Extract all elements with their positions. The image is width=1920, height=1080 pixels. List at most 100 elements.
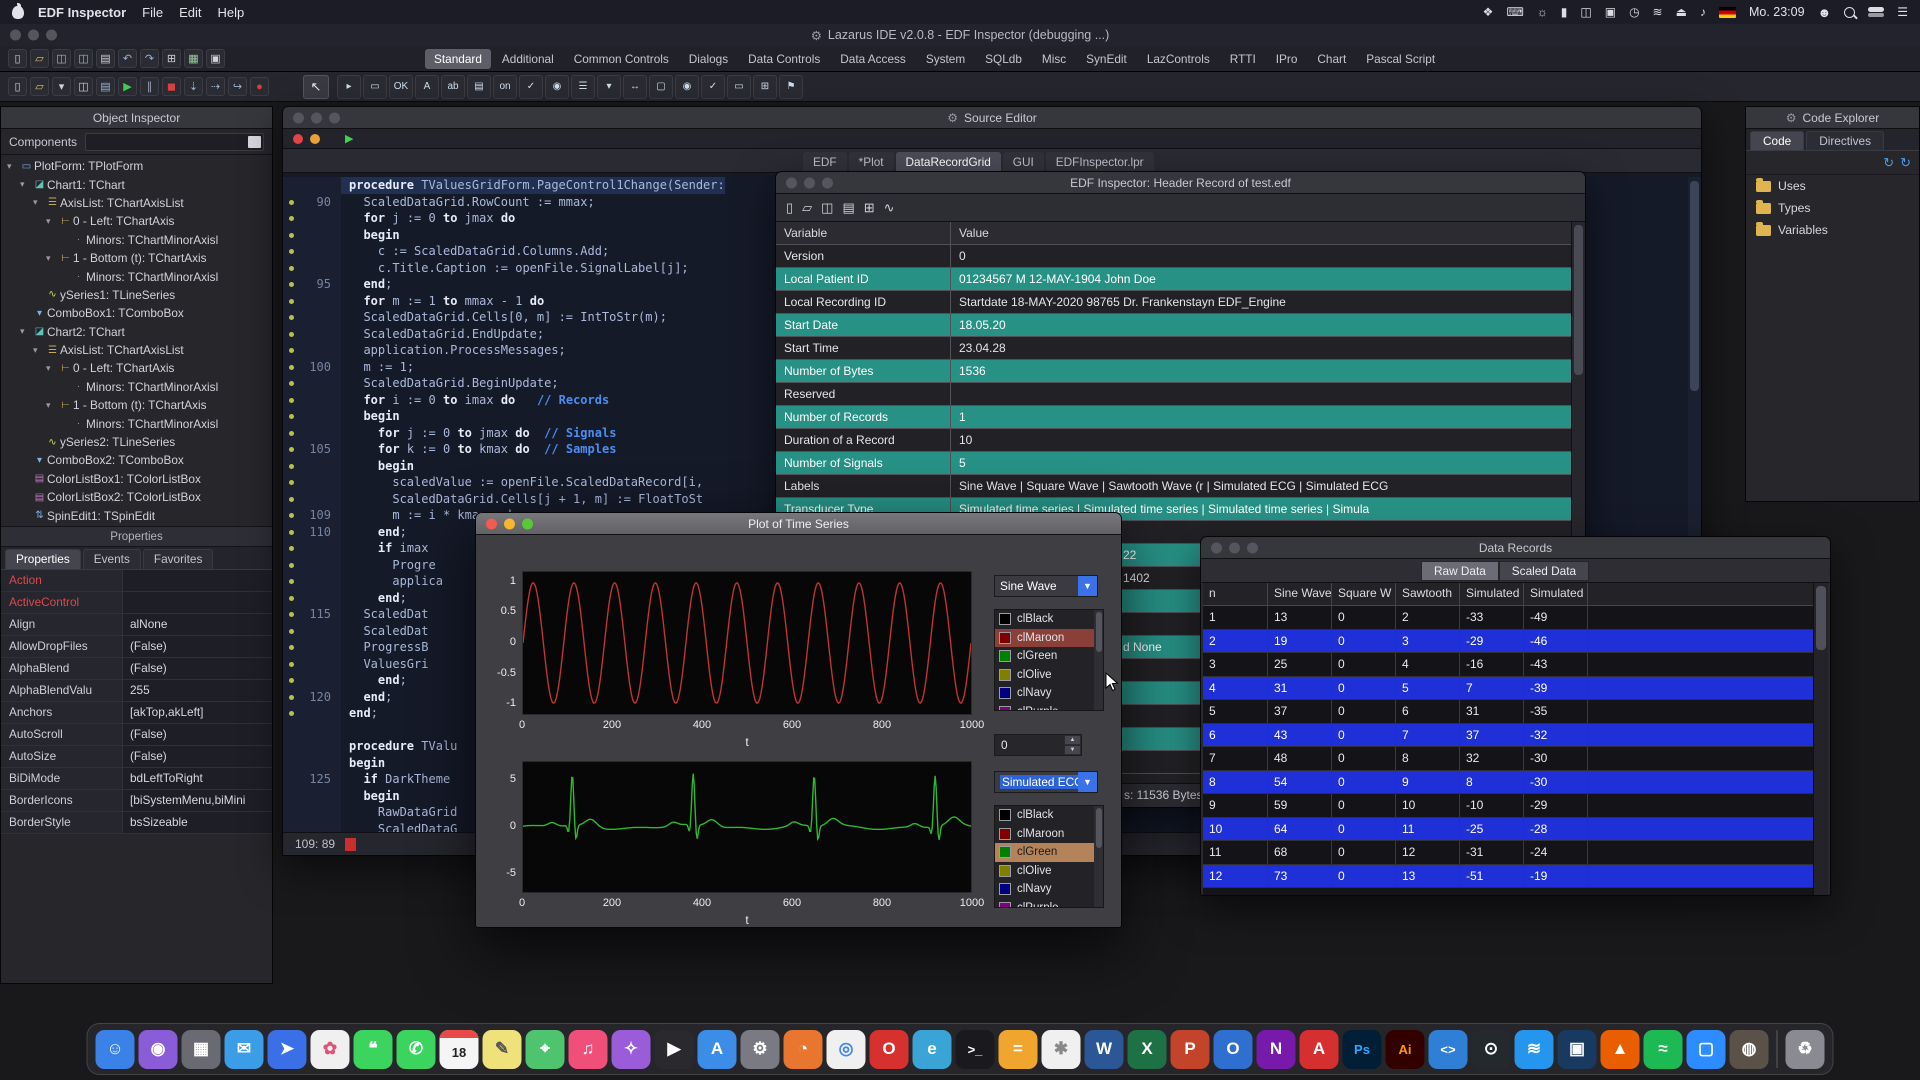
oi-tree-item[interactable]: ▾ ⊢ 1 - Bottom (t): TChartAxis [1, 249, 272, 267]
source-editor-window-controls[interactable] [293, 112, 340, 123]
property-row[interactable]: Anchors [akTop,akLeft] [1, 702, 272, 724]
expand-arrow-icon[interactable]: ▾ [46, 363, 58, 374]
color-item-clpurple[interactable]: clPurple [995, 703, 1103, 710]
oi-tree-item[interactable]: ▾ ⊢ 0 - Left: TChartAxis [1, 212, 272, 230]
component-palette-icon[interactable]: ↔ [623, 74, 647, 99]
run-toolbar-icon[interactable]: ◼ [162, 77, 181, 96]
ide-window-controls[interactable] [10, 29, 57, 41]
run-toolbar-icon[interactable]: ● [250, 77, 269, 96]
data-records-column-header[interactable]: Sawtooth [1396, 583, 1460, 605]
oi-tree-item[interactable]: · Minors: TChartMinorAxisl [1, 378, 272, 396]
dock-item-acrobat[interactable]: A [1299, 1029, 1339, 1069]
spin-edit[interactable]: 0 ▲ ▼ [994, 734, 1082, 756]
menu-edit[interactable]: Edit [179, 5, 201, 20]
run-toolbar-icon[interactable]: ▤ [96, 77, 115, 96]
dock-item-chrome[interactable]: ◎ [826, 1029, 866, 1069]
component-palette-icon[interactable]: ◉ [675, 74, 699, 99]
dock-item-textedit[interactable]: ✱ [1041, 1029, 1081, 1069]
dock-item-vlc[interactable]: ▲ [1600, 1029, 1640, 1069]
color-item-clpurple[interactable]: clPurple [995, 899, 1103, 907]
property-value[interactable]: (False) [123, 746, 272, 767]
data-records-row[interactable]: 9 59 0 10 -10 -29 [1203, 794, 1813, 818]
expand-arrow-icon[interactable]: ▾ [20, 179, 32, 190]
component-palette-icon[interactable]: ⊞ [753, 74, 777, 99]
palette-tab-dialogs[interactable]: Dialogs [680, 49, 737, 69]
header-table-row[interactable]: Number of Bytes 1536 [776, 360, 1571, 383]
oi-tab-events[interactable]: Events [82, 549, 141, 569]
data-records-row[interactable]: 5 37 0 6 31 -35 [1203, 700, 1813, 724]
palette-tab-common-controls[interactable]: Common Controls [565, 49, 678, 69]
component-palette-icon[interactable]: A [415, 74, 439, 99]
header-table-row[interactable]: Start Date 18.05.20 [776, 314, 1571, 337]
menubar-status-icon[interactable]: ≋ [1653, 5, 1663, 19]
data-records-column-header[interactable]: Square W [1332, 583, 1396, 605]
oi-tree-item[interactable]: ▾ ⊢ 1 - Bottom (t): TChartAxis [1, 396, 272, 414]
run-toolbar-icon[interactable]: ▱ [30, 77, 49, 96]
toolbar-icon[interactable]: ◫ [52, 49, 71, 68]
chevron-down-icon[interactable]: ▼ [1078, 772, 1097, 792]
oi-tree-item[interactable]: ⇅ SpinEdit1: TSpinEdit [1, 506, 272, 524]
menubar-clock[interactable]: Mo. 23:09 [1749, 5, 1805, 19]
property-row[interactable]: Action [1, 570, 272, 592]
oi-tree-item[interactable]: ▾ ◪ Chart1: TChart [1, 175, 272, 193]
palette-tab-sqldb[interactable]: SQLdb [976, 49, 1031, 69]
color-item-clolive[interactable]: clOlive [995, 862, 1103, 881]
oi-tree-item[interactable]: ▾ ▭ PlotForm: TPlotForm [1, 157, 272, 175]
dock-item-github[interactable]: ⊙ [1471, 1029, 1511, 1069]
notification-center-icon[interactable]: ☰ [1897, 5, 1908, 19]
apple-icon[interactable] [12, 2, 24, 19]
dock-item-calculator[interactable]: = [998, 1029, 1038, 1069]
spin-up-icon[interactable]: ▲ [1064, 735, 1081, 745]
toolbar-icon[interactable]: ▯ [8, 49, 27, 68]
data-records-row[interactable]: 2 19 0 3 -29 -46 [1203, 629, 1813, 653]
dock-item-messages[interactable]: ❝ [353, 1029, 393, 1069]
oi-tree-item[interactable]: · Minors: TChartMinorAxisl [1, 231, 272, 249]
property-value[interactable]: (False) [123, 658, 272, 679]
data-records-row[interactable]: 11 68 0 12 -31 -24 [1203, 841, 1813, 865]
toolbar-icon[interactable]: ▣ [206, 49, 225, 68]
code-explorer-tab-directives[interactable]: Directives [1806, 131, 1884, 150]
toolbar-icon[interactable]: ▦ [184, 49, 203, 68]
color-list-2-scrollbar[interactable] [1094, 806, 1103, 907]
component-palette-icon[interactable]: ▸ [337, 74, 361, 99]
edf-window-controls[interactable] [786, 177, 833, 188]
property-value[interactable]: [biSystemMenu,biMini [123, 790, 272, 811]
color-item-clolive[interactable]: clOlive [995, 666, 1103, 685]
dock-item-vscode[interactable]: <> [1428, 1029, 1468, 1069]
oi-tab-properties[interactable]: Properties [5, 549, 81, 569]
dock-item-photos[interactable]: ✿ [310, 1029, 350, 1069]
dock-item-finder[interactable]: ☺ [95, 1029, 135, 1069]
editor-tab-edfinspectorlpr[interactable]: EDFInspector.lpr [1045, 152, 1154, 172]
palette-tab-chart[interactable]: Chart [1308, 49, 1355, 69]
data-records-row[interactable]: 7 48 0 8 32 -30 [1203, 747, 1813, 771]
expand-arrow-icon[interactable]: ▾ [33, 197, 45, 208]
toolbar-icon[interactable]: ▱ [30, 49, 49, 68]
component-palette-icon[interactable]: ▭ [363, 74, 387, 99]
edf-toolbar-icon[interactable]: ▯ [786, 200, 793, 216]
chevron-down-icon[interactable]: ▼ [1078, 576, 1097, 596]
editor-tab-datarecordgrid[interactable]: DataRecordGrid [895, 152, 1001, 172]
palette-tab-lazcontrols[interactable]: LazControls [1138, 49, 1219, 69]
refresh-all-icon[interactable]: ↻ [1900, 155, 1911, 171]
data-records-column-header[interactable]: Sine Wave [1268, 583, 1332, 605]
oi-tree-item[interactable]: ∿ ySeries1: TLineSeries [1, 286, 272, 304]
data-records-column-header[interactable]: Simulated [1524, 583, 1588, 605]
dock-item-docker[interactable]: ≋ [1514, 1029, 1554, 1069]
palette-tab-system[interactable]: System [917, 49, 974, 69]
edf-scrollbar-thumb[interactable] [1574, 225, 1583, 375]
edf-header-title-bar[interactable]: EDF Inspector: Header Record of test.edf [776, 172, 1585, 194]
oi-tree-item[interactable]: ▤ ColorListBox2: TColorListBox [1, 488, 272, 506]
oi-tree-item[interactable]: ∿ ySeries2: TLineSeries [1, 433, 272, 451]
color-item-clmaroon[interactable]: clMaroon [995, 628, 1103, 647]
data-records-scrollbar[interactable] [1813, 583, 1828, 895]
oi-tree-item[interactable]: ▾ ⊢ 0 - Left: TChartAxis [1, 359, 272, 377]
dock-item-trash[interactable]: ♻ [1785, 1029, 1825, 1069]
dock-item-siri[interactable]: ◉ [138, 1029, 178, 1069]
palette-tab-additional[interactable]: Additional [493, 49, 563, 69]
oi-tree-item[interactable]: ▾ ☰ AxisList: TChartAxisList [1, 341, 272, 359]
dock-item-launchpad[interactable]: ▦ [181, 1029, 221, 1069]
data-records-row[interactable]: 10 64 0 11 -25 -28 [1203, 817, 1813, 841]
data-records-window-controls[interactable] [1211, 542, 1258, 553]
expand-arrow-icon[interactable]: ▾ [33, 345, 45, 356]
property-row[interactable]: BorderStyle bsSizeable [1, 812, 272, 834]
